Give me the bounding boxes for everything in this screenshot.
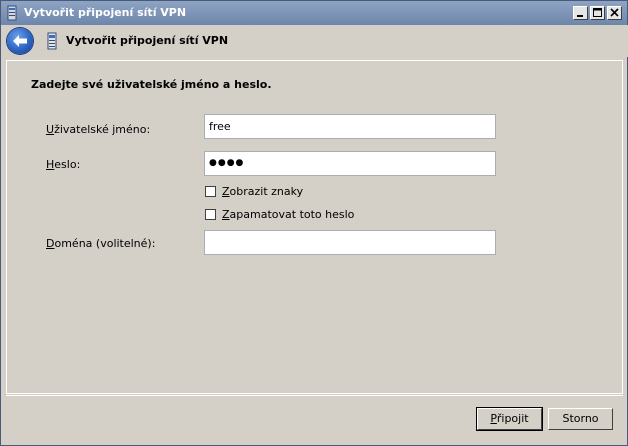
title-bar[interactable]: Vytvořit připojení sítí VPN	[1, 1, 627, 25]
show-characters-accesskey: Z	[222, 185, 230, 198]
maximize-button[interactable]	[590, 6, 605, 20]
navigation-bar: Vytvořit připojení sítí VPN	[2, 25, 628, 57]
close-button[interactable]	[607, 6, 622, 20]
minimize-icon	[577, 15, 583, 17]
domain-label-text: oména (volitelné):	[54, 237, 156, 250]
connect-button[interactable]: Připojit	[476, 407, 543, 431]
cancel-button[interactable]: Storno	[548, 408, 613, 430]
username-label: Uživatelské jméno:	[46, 123, 150, 136]
domain-field[interactable]	[204, 230, 496, 255]
remember-password-checkbox[interactable]	[205, 209, 216, 220]
show-characters-text: obrazit znaky	[229, 185, 304, 198]
content-panel: Zadejte své uživatelské jméno a heslo. U…	[6, 60, 623, 394]
password-label-text: eslo:	[54, 158, 81, 171]
back-arrow-icon	[13, 35, 27, 47]
nav-title: Vytvořit připojení sítí VPN	[66, 34, 229, 47]
username-label-accesskey: U	[46, 123, 55, 136]
remember-password-accesskey: Z	[222, 208, 230, 221]
show-characters-checkbox[interactable]	[205, 186, 216, 197]
window-title: Vytvořit připojení sítí VPN	[24, 6, 187, 19]
vpn-dialog-window: Vytvořit připojení sítí VPN Vytvořit při…	[0, 0, 628, 446]
username-field[interactable]: free	[204, 114, 496, 139]
vpn-icon	[47, 31, 57, 51]
vpn-icon	[6, 5, 18, 21]
connect-label: řipojit	[496, 412, 529, 425]
footer-divider	[6, 395, 623, 396]
minimize-button[interactable]	[573, 6, 588, 20]
page-heading: Zadejte své uživatelské jméno a heslo.	[31, 78, 272, 91]
password-label: Heslo:	[46, 158, 80, 171]
maximize-icon	[593, 8, 602, 17]
remember-password-text: apamatovat toto heslo	[229, 208, 355, 221]
remember-password-label: Zapamatovat toto heslo	[222, 208, 354, 221]
username-label-text: živatelské jméno:	[54, 123, 151, 136]
password-field[interactable]: ●●●●	[204, 151, 496, 176]
back-button[interactable]	[7, 28, 33, 54]
show-characters-label: Zobrazit znaky	[222, 185, 303, 198]
close-icon	[610, 8, 619, 17]
domain-label: Doména (volitelné):	[46, 237, 155, 250]
